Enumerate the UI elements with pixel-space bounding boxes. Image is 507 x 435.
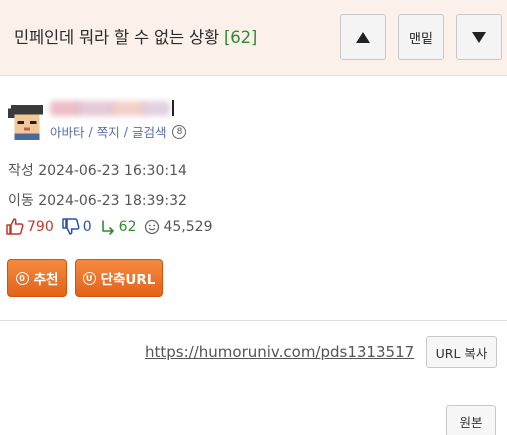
text-cursor: [172, 100, 174, 116]
moved-time: 이동 2024-06-23 18:39:32: [8, 190, 187, 210]
short-url-icon: U: [82, 271, 96, 285]
moved-value: 2024-06-23 18:39:32: [38, 193, 187, 209]
triangle-down-icon: [472, 31, 486, 43]
written-time: 작성 2024-06-23 16:30:14: [8, 160, 187, 180]
downvote-count: 0: [82, 218, 92, 235]
recommend-button[interactable]: 0 추천: [7, 259, 67, 297]
level-badge: 8: [172, 124, 187, 139]
upvote-count: 790: [27, 218, 54, 235]
section-divider: [0, 320, 507, 321]
original-button[interactable]: 원본: [446, 405, 496, 435]
message-link[interactable]: 쪽지: [97, 122, 120, 141]
post-title-text: 민페인데 뭐라 할 수 없는 상황: [14, 28, 219, 47]
reply-arrow-icon: [101, 219, 114, 235]
avatar[interactable]: [8, 102, 46, 140]
author-nickname-censored: [50, 101, 175, 118]
written-label: 작성: [8, 163, 34, 179]
short-url-label: 단축URL: [100, 272, 156, 288]
post-stats: 790 0 62 45,529: [6, 218, 220, 235]
triangle-up-icon: [356, 31, 370, 43]
reply-count: 62: [118, 218, 137, 235]
thumbs-up-icon: [6, 218, 24, 235]
reply-stat: 62: [100, 218, 137, 235]
post-header: 민페인데 뭐라 할 수 없는 상황 [62] 맨밑: [0, 0, 507, 76]
post-search-link[interactable]: 글검색: [132, 122, 167, 141]
moved-label: 이동: [8, 193, 34, 209]
scroll-bottom-button[interactable]: 맨밑: [398, 14, 444, 60]
downvote-stat: 0: [61, 218, 92, 235]
thumbs-down-icon: [61, 218, 80, 235]
member-links: 아바타 / 쪽지 / 글검색 8: [50, 122, 187, 141]
comment-count: [62]: [224, 28, 258, 47]
view-stat: 45,529: [144, 219, 212, 235]
smiley-icon: [145, 219, 160, 234]
source-url-link[interactable]: https://humoruniv.com/pds1313517: [145, 343, 414, 361]
scroll-down-button[interactable]: [456, 14, 502, 60]
post-title: 민페인데 뭐라 할 수 없는 상황 [62]: [14, 24, 257, 48]
recommend-coin-icon: 0: [15, 271, 29, 285]
written-value: 2024-06-23 16:30:14: [38, 163, 187, 179]
avatar-link[interactable]: 아바타: [50, 122, 85, 141]
copy-url-button[interactable]: URL 복사: [426, 336, 497, 368]
scroll-up-button[interactable]: [340, 14, 386, 60]
upvote-stat: 790: [6, 218, 54, 235]
recommend-label: 추천: [33, 272, 59, 288]
short-url-button[interactable]: U 단축URL: [75, 259, 163, 297]
view-count: 45,529: [163, 218, 213, 235]
